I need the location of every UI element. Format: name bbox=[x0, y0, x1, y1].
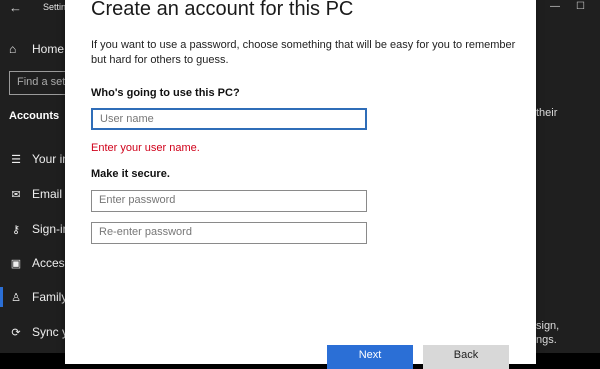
next-button[interactable]: Next bbox=[327, 345, 413, 369]
mail-icon: ✉ bbox=[11, 188, 21, 201]
briefcase-icon: ▣ bbox=[10, 257, 22, 270]
background-text: sign, bbox=[536, 320, 560, 332]
dialog-title: Create an account for this PC bbox=[91, 0, 354, 20]
sync-icon: ⟳ bbox=[11, 326, 21, 339]
key-icon: ⚷ bbox=[11, 223, 21, 236]
back-button[interactable]: Back bbox=[423, 345, 509, 369]
background-text: their bbox=[536, 107, 558, 119]
person-icon: ♙ bbox=[11, 291, 21, 304]
create-account-dialog: Create an account for this PC If you wan… bbox=[65, 0, 536, 369]
username-input[interactable]: User name bbox=[91, 108, 367, 130]
section-label: Accounts bbox=[9, 110, 60, 122]
back-arrow-icon[interactable]: ← bbox=[9, 0, 22, 16]
password-input[interactable]: Enter password bbox=[91, 190, 367, 212]
minimize-icon[interactable]: — bbox=[550, 1, 560, 12]
person-card-icon: ☰ bbox=[11, 153, 21, 166]
maximize-icon[interactable]: ☐ bbox=[576, 1, 585, 12]
reenter-password-input[interactable]: Re-enter password bbox=[91, 222, 367, 244]
background-text: ngs. bbox=[536, 334, 557, 346]
search-input[interactable]: Find a setting bbox=[9, 71, 69, 95]
home-label: Home bbox=[32, 42, 65, 56]
username-error: Enter your user name. bbox=[91, 142, 200, 154]
secure-heading: Make it secure. bbox=[91, 168, 170, 180]
dialog-description: If you want to use a password, choose so… bbox=[91, 39, 516, 66]
user-heading: Who's going to use this PC? bbox=[91, 87, 240, 99]
sidebar-home[interactable]: ⌂ Home bbox=[9, 42, 64, 56]
home-icon: ⌂ bbox=[9, 42, 17, 56]
